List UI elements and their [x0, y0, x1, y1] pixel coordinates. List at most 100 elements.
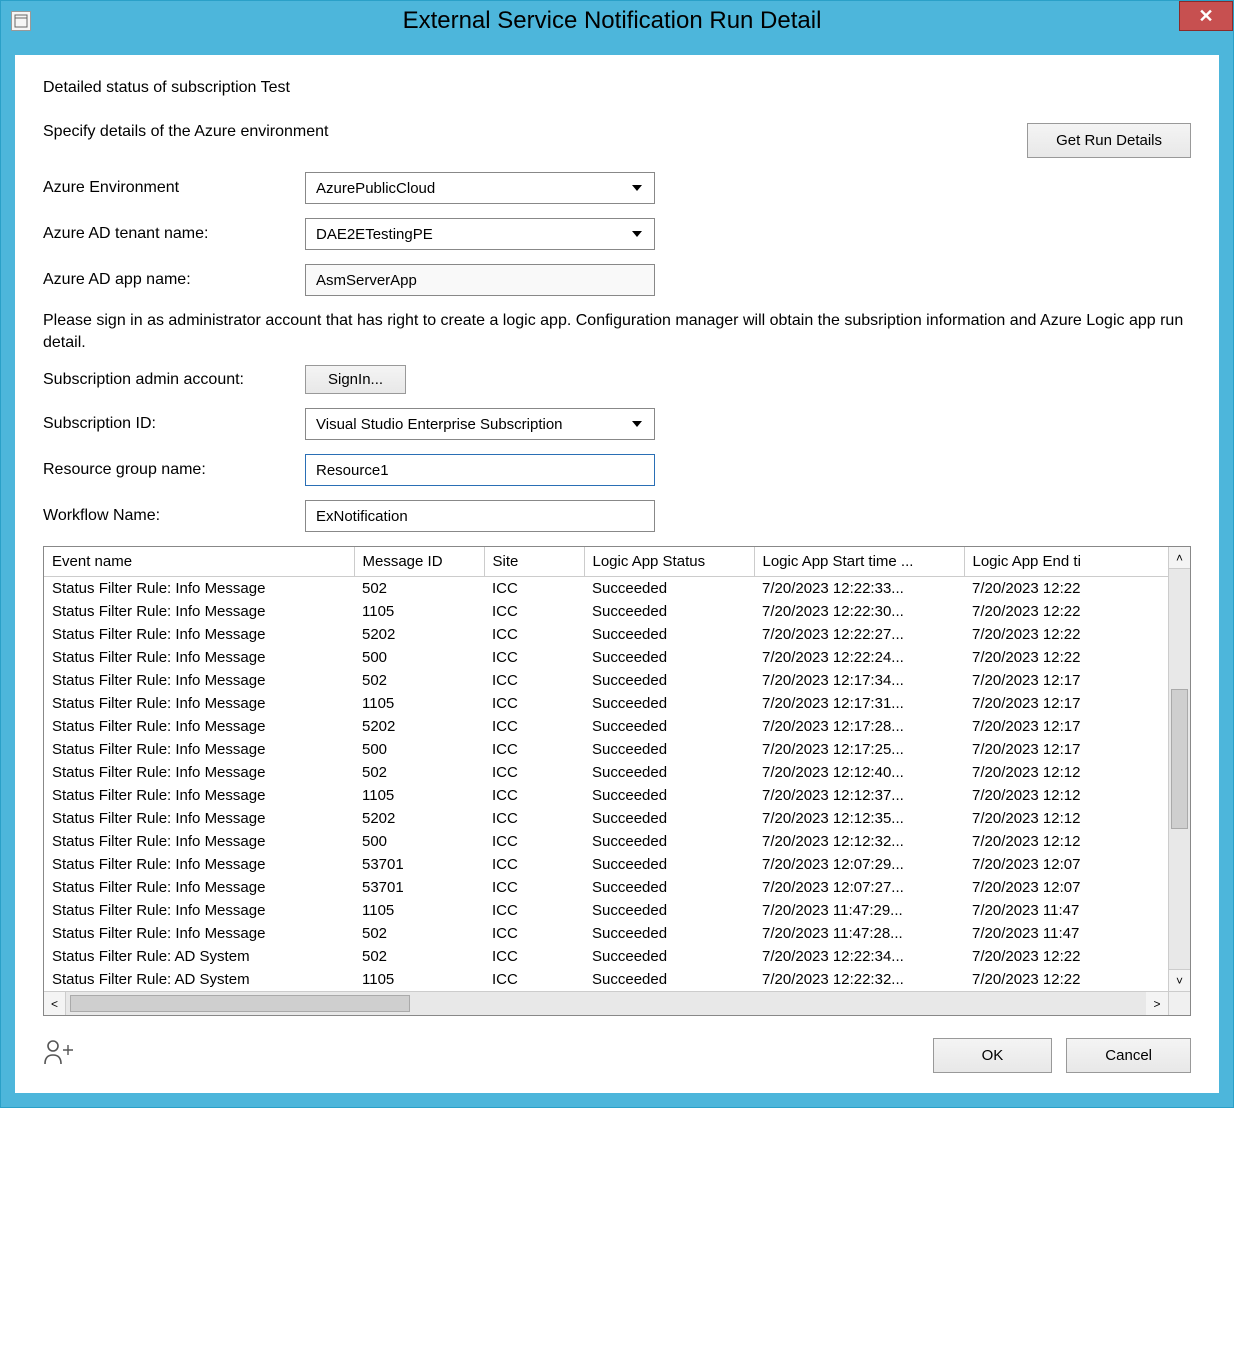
cell-site: ICC — [484, 738, 584, 761]
col-end-time[interactable]: Logic App End ti — [964, 547, 1190, 577]
table-row[interactable]: Status Filter Rule: Info Message502ICCSu… — [44, 922, 1190, 945]
cell-end: 7/20/2023 12:17 — [964, 669, 1190, 692]
subscription-id-label: Subscription ID: — [43, 415, 305, 433]
cell-status: Succeeded — [584, 646, 754, 669]
cell-event: Status Filter Rule: Info Message — [44, 784, 354, 807]
table-row[interactable]: Status Filter Rule: Info Message53701ICC… — [44, 853, 1190, 876]
hscroll-thumb[interactable] — [70, 995, 410, 1012]
subscription-id-select[interactable]: Visual Studio Enterprise Subscription — [305, 408, 655, 440]
ok-button[interactable]: OK — [933, 1038, 1053, 1073]
cell-start: 7/20/2023 12:22:34... — [754, 945, 964, 968]
table-row[interactable]: Status Filter Rule: Info Message500ICCSu… — [44, 738, 1190, 761]
cell-status: Succeeded — [584, 577, 754, 601]
cell-start: 7/20/2023 11:47:28... — [754, 922, 964, 945]
cell-status: Succeeded — [584, 830, 754, 853]
scroll-right-icon[interactable]: > — [1146, 992, 1168, 1015]
run-detail-table: Event name Message ID Site Logic App Sta… — [43, 546, 1191, 1016]
cell-site: ICC — [484, 807, 584, 830]
cell-end: 7/20/2023 12:22 — [964, 646, 1190, 669]
cell-status: Succeeded — [584, 784, 754, 807]
table-row[interactable]: Status Filter Rule: AD System1105ICCSucc… — [44, 968, 1190, 991]
cell-event: Status Filter Rule: Info Message — [44, 600, 354, 623]
table-row[interactable]: Status Filter Rule: Info Message5202ICCS… — [44, 623, 1190, 646]
workflow-name-field[interactable]: ExNotification — [305, 500, 655, 532]
cell-end: 7/20/2023 12:17 — [964, 738, 1190, 761]
col-message-id[interactable]: Message ID — [354, 547, 484, 577]
cell-event: Status Filter Rule: AD System — [44, 945, 354, 968]
close-button[interactable]: ✕ — [1179, 1, 1233, 31]
cell-end: 7/20/2023 12:12 — [964, 761, 1190, 784]
cell-start: 7/20/2023 12:22:33... — [754, 577, 964, 601]
scroll-left-icon[interactable]: < — [44, 992, 66, 1015]
hscroll-track[interactable] — [66, 992, 1146, 1015]
content-area: Detailed status of subscription Test Spe… — [15, 55, 1219, 1093]
app-name-value: AsmServerApp — [316, 272, 417, 289]
table-row[interactable]: Status Filter Rule: Info Message5202ICCS… — [44, 807, 1190, 830]
table-row[interactable]: Status Filter Rule: Info Message502ICCSu… — [44, 577, 1190, 601]
dialog-window: External Service Notification Run Detail… — [0, 0, 1234, 1108]
cell-event: Status Filter Rule: Info Message — [44, 807, 354, 830]
cell-status: Succeeded — [584, 968, 754, 991]
scroll-corner — [1168, 992, 1190, 1015]
table-row[interactable]: Status Filter Rule: Info Message500ICCSu… — [44, 830, 1190, 853]
cell-mid: 1105 — [354, 600, 484, 623]
cell-status: Succeeded — [584, 945, 754, 968]
table-row[interactable]: Status Filter Rule: Info Message5202ICCS… — [44, 715, 1190, 738]
signin-button[interactable]: SignIn... — [305, 365, 406, 394]
cell-start: 7/20/2023 12:17:28... — [754, 715, 964, 738]
cell-site: ICC — [484, 945, 584, 968]
cell-end: 7/20/2023 11:47 — [964, 899, 1190, 922]
cell-mid: 502 — [354, 577, 484, 601]
table-row[interactable]: Status Filter Rule: Info Message1105ICCS… — [44, 899, 1190, 922]
table-row[interactable]: Status Filter Rule: Info Message1105ICCS… — [44, 600, 1190, 623]
cell-site: ICC — [484, 876, 584, 899]
table-row[interactable]: Status Filter Rule: Info Message502ICCSu… — [44, 669, 1190, 692]
cell-status: Succeeded — [584, 600, 754, 623]
table-row[interactable]: Status Filter Rule: Info Message500ICCSu… — [44, 646, 1190, 669]
cell-mid: 5202 — [354, 715, 484, 738]
cell-event: Status Filter Rule: Info Message — [44, 692, 354, 715]
cell-event: Status Filter Rule: Info Message — [44, 715, 354, 738]
cell-mid: 5202 — [354, 623, 484, 646]
vertical-scrollbar[interactable]: ˄ ˅ — [1168, 547, 1190, 991]
cell-start: 7/20/2023 12:07:27... — [754, 876, 964, 899]
chevron-down-icon — [632, 421, 642, 427]
azure-env-select[interactable]: AzurePublicCloud — [305, 172, 655, 204]
horizontal-scrollbar[interactable]: < > — [44, 991, 1190, 1015]
col-status[interactable]: Logic App Status — [584, 547, 754, 577]
cell-end: 7/20/2023 12:12 — [964, 807, 1190, 830]
cell-end: 7/20/2023 12:07 — [964, 876, 1190, 899]
resource-group-field[interactable]: Resource1 — [305, 454, 655, 486]
table-row[interactable]: Status Filter Rule: Info Message502ICCSu… — [44, 761, 1190, 784]
cancel-button[interactable]: Cancel — [1066, 1038, 1191, 1073]
cell-end: 7/20/2023 12:12 — [964, 830, 1190, 853]
cell-end: 7/20/2023 12:17 — [964, 692, 1190, 715]
col-start-time[interactable]: Logic App Start time ... — [754, 547, 964, 577]
specify-label: Specify details of the Azure environment — [43, 123, 329, 141]
scroll-down-icon[interactable]: ˅ — [1169, 969, 1190, 991]
tenant-select[interactable]: DAE2ETestingPE — [305, 218, 655, 250]
cell-end: 7/20/2023 12:07 — [964, 853, 1190, 876]
cell-site: ICC — [484, 784, 584, 807]
vscroll-thumb[interactable] — [1171, 689, 1188, 829]
col-site[interactable]: Site — [484, 547, 584, 577]
window-title: External Service Notification Run Detail — [31, 7, 1193, 35]
cell-site: ICC — [484, 968, 584, 991]
cell-mid: 53701 — [354, 853, 484, 876]
vscroll-track[interactable] — [1169, 569, 1190, 969]
admin-account-label: Subscription admin account: — [43, 371, 305, 389]
scroll-up-icon[interactable]: ˄ — [1169, 547, 1190, 569]
tenant-value: DAE2ETestingPE — [316, 226, 433, 243]
table-row[interactable]: Status Filter Rule: Info Message1105ICCS… — [44, 784, 1190, 807]
get-run-details-button[interactable]: Get Run Details — [1027, 123, 1191, 158]
cell-start: 7/20/2023 12:22:27... — [754, 623, 964, 646]
table-row[interactable]: Status Filter Rule: Info Message1105ICCS… — [44, 692, 1190, 715]
cell-start: 7/20/2023 12:17:25... — [754, 738, 964, 761]
cell-event: Status Filter Rule: Info Message — [44, 761, 354, 784]
cell-site: ICC — [484, 577, 584, 601]
cell-event: Status Filter Rule: Info Message — [44, 899, 354, 922]
table-row[interactable]: Status Filter Rule: AD System502ICCSucce… — [44, 945, 1190, 968]
cell-status: Succeeded — [584, 692, 754, 715]
table-row[interactable]: Status Filter Rule: Info Message53701ICC… — [44, 876, 1190, 899]
col-event-name[interactable]: Event name — [44, 547, 354, 577]
